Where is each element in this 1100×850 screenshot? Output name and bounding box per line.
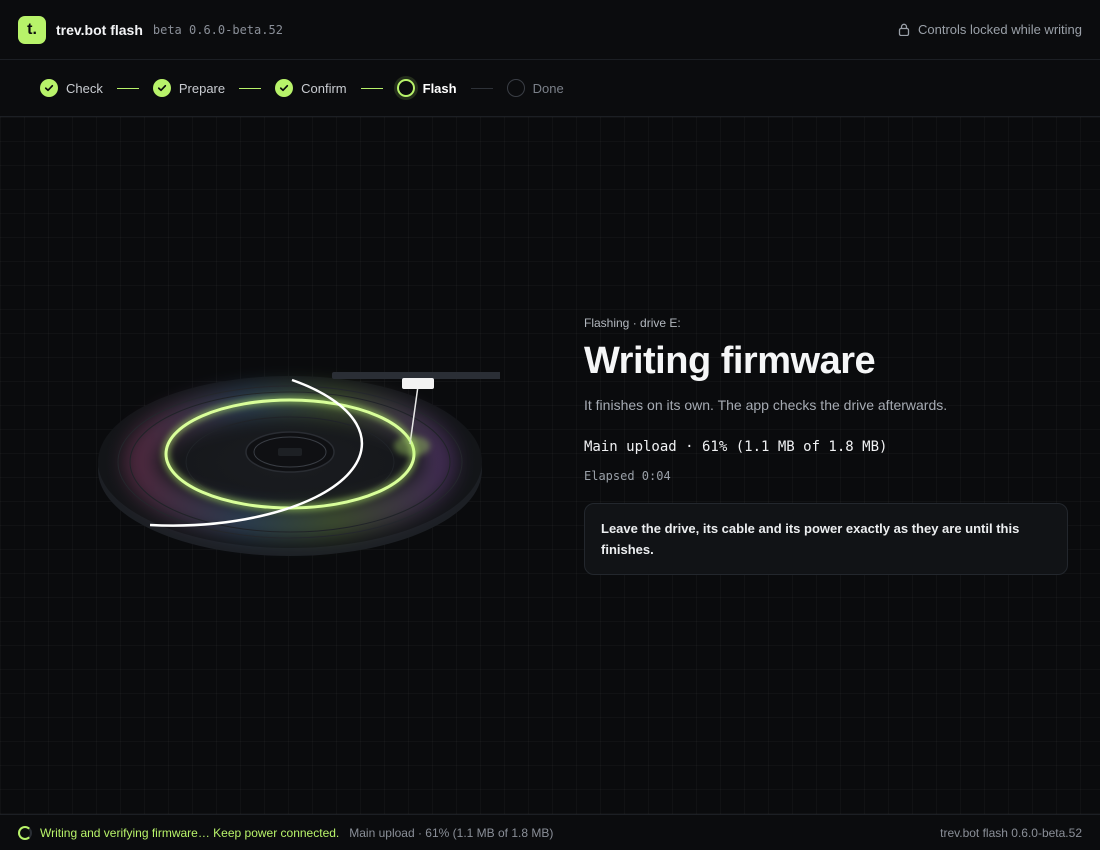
- step-confirm: Confirm: [275, 79, 347, 97]
- app-name: trev.bot flash: [56, 21, 143, 38]
- drive-kicker: Flashing · drive E:: [584, 316, 681, 330]
- step-connector: [239, 87, 262, 89]
- step-check: Check: [40, 79, 103, 97]
- spinner-icon: [18, 825, 32, 840]
- flash-status-panel: Flashing · drive E: Writing firmware It …: [584, 316, 1068, 575]
- check-icon: [40, 79, 58, 97]
- status-bar: Writing and verifying firmware… Keep pow…: [0, 814, 1100, 850]
- step-label: Check: [66, 80, 103, 96]
- step-label: Confirm: [301, 80, 347, 96]
- page-subtitle: It finishes on its own. The app checks t…: [584, 397, 948, 413]
- controls-lock-status: Controls locked while writing: [898, 22, 1082, 37]
- step-label: Done: [532, 80, 564, 96]
- step-connector: [470, 87, 493, 89]
- lock-text: Controls locked while writing: [917, 22, 1082, 37]
- app-version: beta 0.6.0-beta.52: [152, 22, 283, 37]
- active-step-icon: [396, 79, 415, 97]
- app-header: t. trev.bot flash beta 0.6.0-beta.52 Con…: [0, 0, 1100, 60]
- step-label: Flash: [422, 80, 457, 96]
- footer-progress: Main upload · 61% (1.1 MB of 1.8 MB): [349, 825, 554, 840]
- stepper: Check Prepare Confirm Flash Done: [0, 60, 1100, 117]
- upload-progress-text: Main upload · 61% (1.1 MB of 1.8 MB): [584, 439, 888, 455]
- check-icon: [152, 79, 171, 97]
- app-logo: t.: [18, 15, 46, 44]
- pending-step-icon: [506, 79, 525, 97]
- check-icon: [275, 79, 294, 97]
- lock-icon: [898, 23, 910, 36]
- step-connector: [360, 87, 383, 89]
- disc-illustration: [90, 360, 508, 570]
- step-done: Done: [506, 79, 564, 97]
- footer-status: Writing and verifying firmware… Keep pow…: [40, 825, 340, 840]
- step-prepare: Prepare: [152, 79, 226, 97]
- step-label: Prepare: [178, 80, 226, 96]
- warning-notice: Leave the drive, its cable and its power…: [584, 503, 1068, 575]
- step-flash: Flash: [396, 79, 457, 97]
- footer-version: trev.bot flash 0.6.0-beta.52: [940, 825, 1082, 840]
- elapsed-time: Elapsed 0:04: [584, 469, 671, 483]
- step-connector: [116, 87, 139, 89]
- page-title: Writing firmware: [584, 340, 876, 382]
